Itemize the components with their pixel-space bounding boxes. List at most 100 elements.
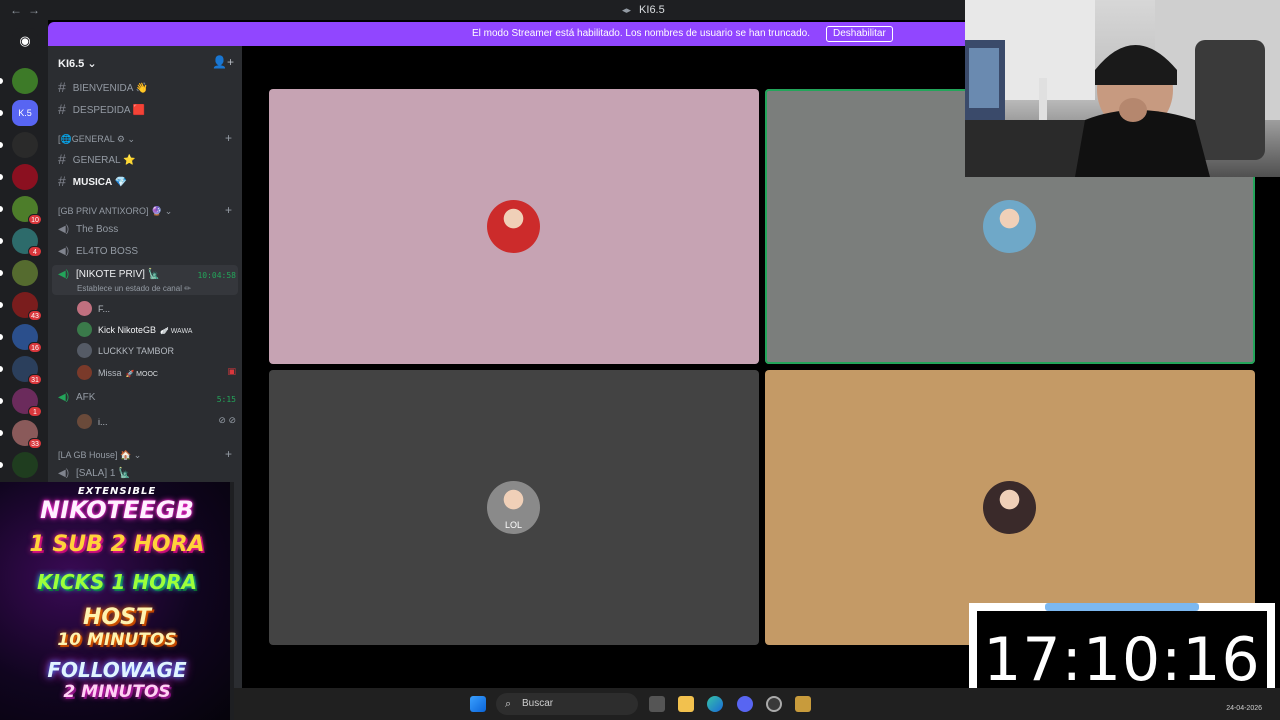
server-icon-blue-server[interactable]: 16 [0, 324, 42, 353]
streamer-mode-message: El modo Streamer está habilitado. Los no… [472, 28, 810, 39]
server-icon-ki6-5[interactable]: K.5 [0, 100, 38, 126]
promo-line: FOLLOWAGE [47, 658, 187, 682]
muted-deafened-icon: ⊘ ⊘ [218, 415, 236, 425]
unread-indicator [0, 78, 3, 84]
discord-logo-icon: ◉ [19, 33, 31, 48]
member-tag: 🚀 MOOC [125, 371, 158, 378]
avatar [77, 365, 92, 380]
unread-indicator [0, 430, 3, 436]
server-icon-grey-server[interactable]: 33 [0, 420, 42, 449]
create-channel-icon[interactable]: + [225, 203, 232, 217]
voice-channel-el4to[interactable]: ◀) EL4TO BOSS [58, 246, 138, 257]
discord-icon[interactable] [737, 696, 753, 712]
window-title-text: KI6.5 [639, 4, 665, 16]
participant-tile[interactable] [269, 89, 759, 364]
hash-icon: # [58, 101, 66, 117]
hash-icon: # [58, 173, 66, 189]
channel-label: BIENVENIDA 👋 [72, 83, 149, 94]
chevron-down-icon: ⌄ [133, 450, 142, 460]
speaker-icon: ◀) [58, 392, 70, 403]
voice-channel-nikote[interactable]: ◀) [NIKOTE PRIV] 🗽 [58, 269, 160, 280]
server-icon-play[interactable] [0, 132, 38, 158]
mention-badge: 43 [28, 310, 42, 321]
channel-label: DESPEDIDA 🟥 [72, 105, 146, 116]
voice-channel-label: AFK [76, 392, 96, 403]
promo-line: 10 MINUTOS [57, 630, 177, 650]
window-title: ◂▸ KI6.5 [622, 4, 665, 16]
voice-channel-the-boss[interactable]: ◀) The Boss [58, 224, 118, 235]
channel-label: MUSICA 💎 [72, 177, 128, 188]
windows-start-icon[interactable] [470, 696, 486, 712]
league-client-icon[interactable] [795, 696, 811, 712]
avatar [77, 414, 92, 429]
mention-badge: 4 [28, 246, 42, 257]
channel-musica[interactable]: # MUSICA 💎 [58, 173, 127, 189]
server-icon-pink-server[interactable]: 1 [0, 388, 42, 417]
voice-member[interactable]: Kick NikoteGB 🪽 WAWA [77, 322, 192, 337]
voice-member[interactable]: i... [77, 414, 108, 429]
voice-channel-afk[interactable]: ◀) AFK [58, 392, 95, 403]
category-label: [GB PRIV ANTIXORO] 🔮 [58, 206, 163, 216]
task-view-icon[interactable] [649, 696, 665, 712]
chevron-down-icon: ⌄ [127, 134, 136, 144]
voice-member[interactable]: Missa 🚀 MOOC [77, 365, 158, 380]
unread-indicator [0, 334, 3, 340]
voice-channel-label: [SALA] 1 🗽 [76, 468, 131, 479]
disable-streamer-button[interactable]: Deshabilitar [826, 26, 893, 42]
unread-indicator [0, 206, 3, 212]
server-icon-tindervn[interactable] [0, 164, 38, 190]
file-explorer-icon[interactable] [678, 696, 694, 712]
taskbar-search[interactable]: ⌕ Buscar [496, 693, 638, 715]
channel-bienvenida[interactable]: # BIENVENIDA 👋 [58, 79, 148, 95]
server-icon-lucky[interactable] [0, 68, 38, 94]
server-icon-team-server[interactable] [0, 260, 38, 286]
voice-member[interactable]: F... [77, 301, 110, 316]
category-general[interactable]: [🌐GENERAL ⚙ ⌄ [58, 134, 135, 145]
webcam-scene [965, 0, 1280, 177]
speaker-icon: ◀) [58, 224, 70, 235]
server-icon-red-server[interactable]: 43 [0, 292, 42, 321]
category-house[interactable]: [LA GB House] 🏠 ⌄ [58, 450, 141, 461]
speaker-icon: ◀) [58, 468, 70, 479]
voice-member[interactable]: LUCKKY TAMBOR [77, 343, 174, 358]
edge-browser-icon[interactable] [707, 696, 723, 712]
server-icon-skull-server[interactable]: 4 [0, 228, 42, 257]
guild-header[interactable]: KI6.5 ⌄ 👤+ [48, 46, 242, 78]
voice-wave-icon: ◂▸ [622, 5, 632, 15]
member-name: LUCKKY TAMBOR [98, 346, 175, 356]
hash-icon: # [58, 79, 66, 95]
channel-general[interactable]: # GENERAL ⭐ [58, 151, 135, 167]
unread-indicator [0, 462, 3, 468]
unread-indicator [0, 398, 3, 404]
voice-channel-label: EL4TO BOSS [76, 246, 139, 257]
server-icon-green-server[interactable]: 10 [0, 196, 42, 225]
member-name: Kick NikoteGB [98, 325, 157, 335]
voice-channel-label: The Boss [76, 224, 119, 235]
server-icon-dark-server[interactable]: 31 [0, 356, 42, 385]
avatar-label: LOL [504, 520, 522, 530]
voice-duration: 10:04:58 [197, 271, 236, 280]
channel-status[interactable]: Establece un estado de canal ✏ [77, 284, 191, 293]
search-placeholder: Buscar [522, 698, 554, 709]
avatar [77, 322, 92, 337]
search-icon: ⌕ [505, 698, 512, 710]
channel-despedida[interactable]: # DESPEDIDA 🟥 [58, 101, 145, 117]
obs-icon[interactable] [766, 696, 782, 712]
hash-icon: # [58, 151, 66, 167]
participant-avatar [983, 481, 1036, 534]
webcam-overlay [965, 0, 1280, 177]
mention-badge: 10 [28, 214, 42, 225]
forward-arrow-icon[interactable]: → [28, 3, 40, 17]
server-icon-discord-home[interactable]: ◉ [12, 28, 38, 54]
create-channel-icon[interactable]: + [225, 447, 232, 461]
back-arrow-icon[interactable]: ← [10, 3, 22, 17]
server-icon-alien-server[interactable] [0, 452, 38, 478]
promo-line: NIKOTEEGB [40, 496, 194, 524]
category-priv[interactable]: [GB PRIV ANTIXORO] 🔮 ⌄ [58, 206, 172, 217]
voice-channel-sala[interactable]: ◀) [SALA] 1 🗽 [58, 468, 131, 479]
unread-indicator [0, 366, 3, 372]
invite-people-icon[interactable]: 👤+ [212, 55, 234, 69]
guild-name[interactable]: KI6.5 ⌄ [58, 57, 97, 70]
participant-tile[interactable]: LOL [269, 370, 759, 645]
create-channel-icon[interactable]: + [225, 131, 232, 145]
